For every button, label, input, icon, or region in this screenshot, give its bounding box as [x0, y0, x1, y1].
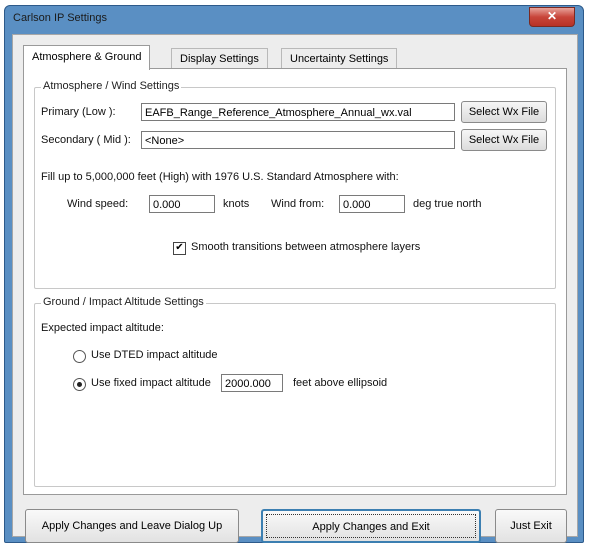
fixed-impact-radio[interactable] [73, 378, 86, 391]
wind-from-unit: deg true north [413, 198, 482, 210]
primary-file-field[interactable]: EAFB_Range_Reference_Atmosphere_Annual_w… [141, 103, 455, 121]
wind-from-label: Wind from: [271, 198, 325, 210]
tab-uncertainty-settings[interactable]: Uncertainty Settings [281, 48, 398, 69]
atmosphere-wind-group: Atmosphere / Wind Settings Primary (Low … [34, 80, 556, 289]
dialog-window: Carlson IP Settings ✕ Atmosphere & Groun… [4, 5, 584, 543]
atmosphere-group-label: Atmosphere / Wind Settings [41, 80, 182, 92]
dted-impact-radio[interactable] [73, 350, 86, 363]
apply-and-exit-button[interactable]: Apply Changes and Exit [261, 509, 481, 543]
tab-display-settings[interactable]: Display Settings [171, 48, 268, 69]
fill-atmosphere-text: Fill up to 5,000,000 feet (High) with 19… [41, 171, 399, 183]
apply-leave-dialog-up-button[interactable]: Apply Changes and Leave Dialog Up [25, 509, 239, 543]
wind-speed-unit: knots [223, 198, 250, 210]
select-primary-file-button[interactable]: Select Wx File [461, 101, 547, 123]
ground-group-label: Ground / Impact Altitude Settings [41, 296, 206, 308]
smooth-transitions-checkbox[interactable]: ✔ [173, 242, 186, 255]
focus-rectangle [266, 514, 476, 538]
fixed-altitude-input[interactable]: 2000.000 [221, 374, 283, 392]
ground-impact-group: Ground / Impact Altitude Settings Expect… [34, 296, 556, 487]
wind-speed-label: Wind speed: [67, 198, 129, 210]
primary-label: Primary (Low ): [41, 106, 116, 118]
fixed-altitude-unit: feet above ellipsoid [293, 377, 388, 389]
smooth-transitions-label[interactable]: Smooth transitions between atmosphere la… [191, 241, 420, 253]
dted-impact-label[interactable]: Use DTED impact altitude [91, 349, 218, 361]
tab-panel-atmosphere-ground: Atmosphere / Wind Settings Primary (Low … [23, 68, 567, 495]
title-bar[interactable]: Carlson IP Settings ✕ [5, 6, 583, 32]
just-exit-button[interactable]: Just Exit [495, 509, 567, 543]
close-button[interactable]: ✕ [529, 7, 575, 27]
wind-from-input[interactable]: 0.000 [339, 195, 405, 213]
expected-impact-label: Expected impact altitude: [41, 322, 164, 334]
secondary-label: Secondary ( Mid ): [41, 134, 131, 146]
wind-speed-input[interactable]: 0.000 [149, 195, 215, 213]
tab-atmosphere-ground[interactable]: Atmosphere & Ground [23, 45, 151, 70]
secondary-file-field[interactable]: <None> [141, 131, 455, 149]
select-secondary-file-button[interactable]: Select Wx File [461, 129, 547, 151]
window-title: Carlson IP Settings [13, 12, 107, 24]
dialog-client-area: Atmosphere & Ground Display Settings Unc… [12, 34, 578, 543]
fixed-impact-label[interactable]: Use fixed impact altitude [91, 377, 211, 389]
